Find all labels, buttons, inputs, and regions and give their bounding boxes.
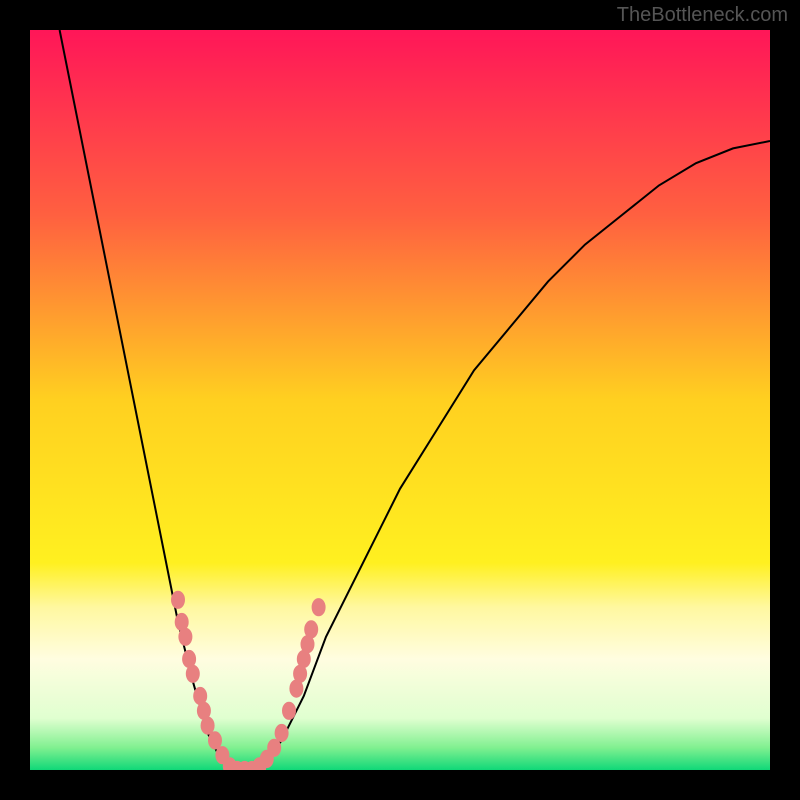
chart-background (30, 30, 770, 770)
chart-svg (30, 30, 770, 770)
data-marker (171, 591, 185, 609)
data-marker (304, 620, 318, 638)
data-marker (282, 702, 296, 720)
data-marker (275, 724, 289, 742)
watermark-text: TheBottleneck.com (617, 4, 788, 27)
chart-plot-area (30, 30, 770, 770)
data-marker (312, 598, 326, 616)
data-marker (178, 628, 192, 646)
data-marker (186, 665, 200, 683)
